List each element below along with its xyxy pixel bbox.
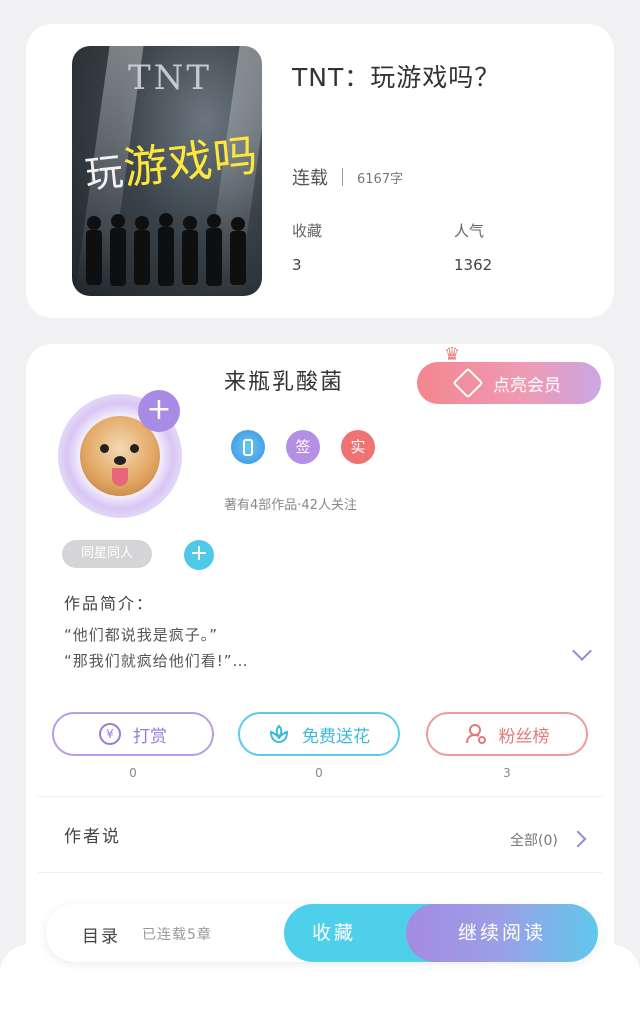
fan-count: 3: [503, 766, 511, 780]
chapter-count: 已连载5章: [142, 927, 212, 943]
yen-icon: ¥: [99, 723, 121, 745]
author-say-title: 作者说: [64, 827, 121, 847]
cover-top-text: TNT: [128, 58, 213, 98]
cover-group-silhouette: [86, 213, 246, 286]
send-flower-label: 免费送花: [302, 726, 370, 747]
book-status-line: 连载 6167字: [292, 164, 403, 190]
add-tag-button[interactable]: +: [184, 540, 214, 570]
book-info-card: TNT 玩游戏吗 TNT：玩游戏吗？ 连载 6167字 收藏 3 人气 1362: [26, 24, 614, 318]
cover-title-prefix: 玩: [82, 149, 127, 197]
reward-button[interactable]: ¥ 打赏: [52, 712, 214, 756]
flower-icon: [269, 724, 289, 744]
vip-button-label: 点亮会员: [493, 375, 561, 396]
intro-title: 作品简介：: [64, 594, 155, 613]
chevron-down-icon[interactable]: [572, 641, 592, 661]
continue-reading-button[interactable]: 继续阅读: [406, 904, 598, 962]
bottom-action-bar: 目录 已连载5章 收藏 继续阅读: [46, 904, 598, 962]
phone-verified-icon[interactable]: [231, 430, 265, 464]
section-divider: [38, 796, 602, 797]
send-flower-button[interactable]: 免费送花: [238, 712, 400, 756]
stat-label-collections: 收藏: [292, 222, 323, 240]
intro-line: “那我们就疯给他们看!”…: [64, 652, 249, 670]
vip-button[interactable]: 点亮会员: [417, 362, 601, 404]
book-title: TNT：玩游戏吗？: [292, 63, 501, 92]
follow-author-button[interactable]: +: [138, 390, 180, 432]
author-stats: 著有4部作品·42人关注: [224, 498, 357, 513]
author-say-all-link[interactable]: 全部(0): [510, 830, 558, 850]
status-divider: [342, 168, 343, 186]
fan-ranking-button[interactable]: 粉丝榜: [426, 712, 588, 756]
signed-badge[interactable]: 签: [286, 430, 320, 464]
real-name-badge[interactable]: 实: [341, 430, 375, 464]
stat-value-collections: 3: [292, 256, 302, 274]
word-count: 6167字: [357, 171, 404, 187]
flower-count: 0: [315, 766, 323, 780]
reward-label: 打赏: [133, 726, 167, 747]
diamond-icon: [452, 367, 484, 399]
reward-count: 0: [129, 766, 137, 780]
chevron-right-icon[interactable]: [569, 830, 587, 848]
tag-chip[interactable]: 同星同人: [62, 540, 152, 568]
serial-status: 连载: [292, 168, 328, 189]
stat-value-popularity: 1362: [454, 256, 493, 274]
fan-ranking-label: 粉丝榜: [498, 726, 550, 747]
book-cover[interactable]: TNT 玩游戏吗: [72, 46, 262, 296]
stat-label-popularity: 人气: [454, 222, 485, 240]
user-icon: [465, 724, 486, 744]
intro-line: “他们都说我是疯子。”: [64, 626, 219, 644]
author-name[interactable]: 来瓶乳酸菌: [224, 364, 344, 396]
section-divider: [38, 872, 602, 873]
toc-button[interactable]: 目录: [82, 922, 120, 947]
